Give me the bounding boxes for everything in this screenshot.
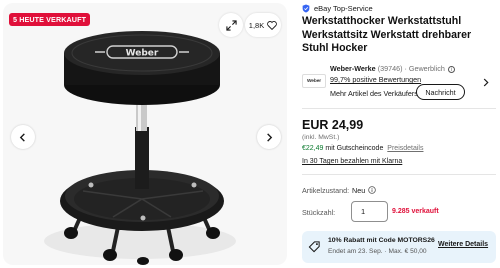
watch-count: 1,8K: [248, 20, 265, 30]
top-service-label: eBay Top-Service: [314, 4, 373, 13]
next-image-button[interactable]: [257, 125, 281, 149]
coupon-price-line: €22,49 mit Gutscheincode Preisdetails: [302, 145, 423, 152]
seller-more-items-link[interactable]: Mehr Artikel des Verkäufers: [330, 89, 418, 98]
klarna-link[interactable]: In 30 Tagen bezahlen mit Klarna: [302, 158, 402, 165]
coupon-text: mit Gutscheincode: [323, 145, 384, 152]
contact-seller-button[interactable]: Nachricht: [416, 84, 465, 100]
expand-button[interactable]: [219, 13, 243, 37]
tax-note: (inkl. MwSt.): [302, 134, 340, 141]
divider: [302, 174, 496, 175]
top-service-badge: eBay Top-Service: [302, 4, 373, 13]
quantity-input[interactable]: 1: [351, 201, 388, 222]
condition-value: Neu: [352, 186, 366, 195]
seller-logo[interactable]: Weber: [302, 74, 326, 88]
promo-subtitle: Endet am 23. Sep. · Max. € 50,00: [328, 248, 427, 255]
seller-rating-link[interactable]: 99,7% positive Bewertungen: [330, 75, 421, 84]
sold-today-badge: 5 HEUTE VERKAUFT: [9, 13, 91, 26]
seller-name[interactable]: Weber-Werke: [330, 64, 376, 73]
seller-info: Weber-Werke (39746) · Gewerblich i: [330, 64, 455, 73]
promo-details-link[interactable]: Weitere Details: [438, 241, 488, 248]
listing-title: Werkstatthocker Werkstattstuhl Werkstatt…: [302, 15, 472, 55]
coupon-tag-icon: [308, 241, 320, 253]
shield-icon: [302, 4, 310, 13]
chevron-right-icon[interactable]: [482, 78, 489, 87]
price-details-link[interactable]: Preisdetails: [387, 145, 423, 152]
seller-card: Weber Weber-Werke (39746) · Gewerblich i…: [302, 64, 496, 100]
info-icon[interactable]: [368, 185, 376, 194]
divider: [302, 108, 496, 109]
seat-logo-text: Weber: [126, 49, 159, 59]
image-gallery: Weber 5 HEUTE VERKAUFT 1,8K: [3, 3, 287, 265]
quantity-label: Stückzahl:: [302, 208, 336, 217]
expand-icon: [225, 19, 237, 31]
chevron-right-icon: [267, 132, 273, 142]
sold-count: 9.285 verkauft: [392, 208, 439, 215]
seller-feedback-count[interactable]: (39746): [378, 64, 403, 73]
promo-title: 10% Rabatt mit Code MOTORS26: [328, 237, 435, 244]
product-image[interactable]: Weber: [43, 15, 243, 265]
price: EUR 24,99: [302, 118, 364, 132]
heart-icon: [267, 20, 278, 30]
previous-image-button[interactable]: [11, 125, 35, 149]
condition-label: Artikelzustand:: [302, 186, 350, 195]
chevron-left-icon: [19, 132, 25, 142]
coupon-price: €22,49: [302, 145, 324, 152]
promo-banner: 10% Rabatt mit Code MOTORS26 Endet am 23…: [302, 231, 496, 263]
watch-button[interactable]: 1,8K: [245, 13, 281, 37]
seller-type: · Gewerblich: [404, 64, 445, 73]
info-icon[interactable]: i: [447, 65, 455, 73]
